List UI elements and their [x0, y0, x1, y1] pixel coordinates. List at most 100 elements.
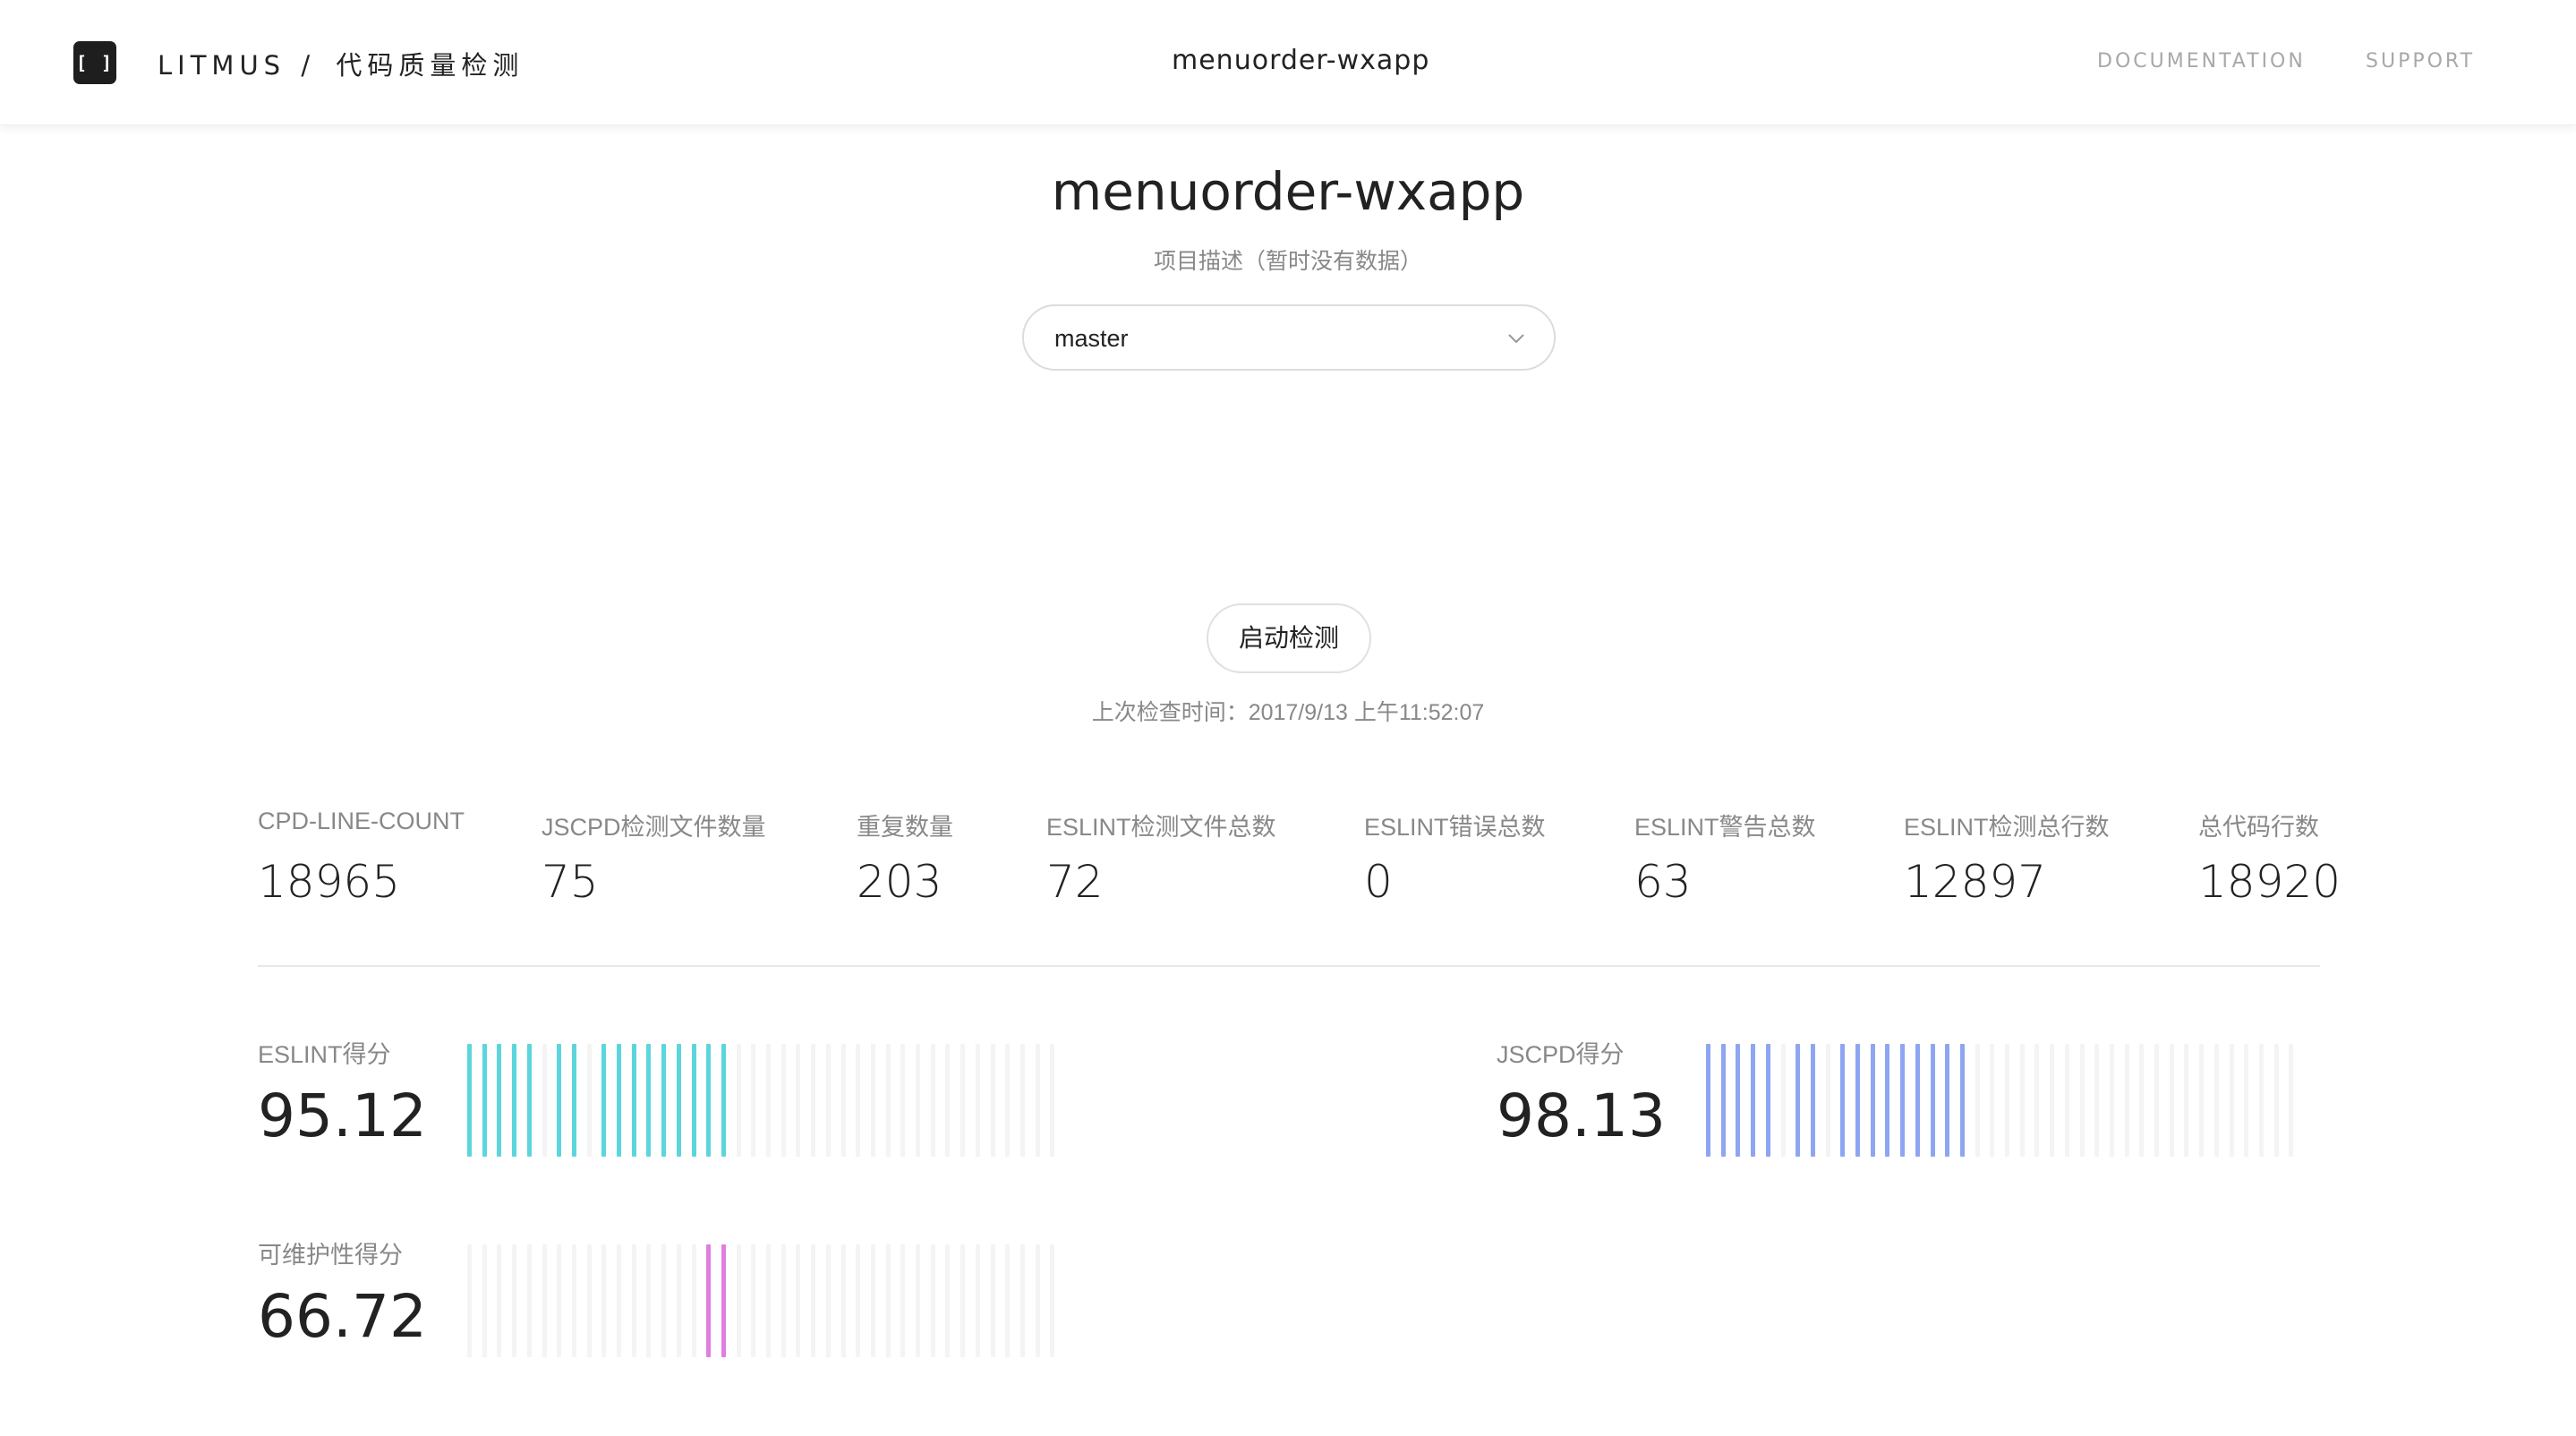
chevron-down-icon [1508, 334, 1524, 344]
score-bar-active [1766, 1044, 1770, 1157]
score-bar-inactive [1781, 1044, 1786, 1157]
score-bar-active [1960, 1044, 1965, 1157]
score-bar-inactive [991, 1244, 995, 1357]
score-bar-inactive [886, 1044, 891, 1157]
score-bar-active [1751, 1044, 1755, 1157]
stat-eslint-warning-count: ESLINT警告总数 63 [1634, 808, 1816, 908]
score-bar-inactive [2080, 1044, 2085, 1157]
stat-cpd-line-count: CPD-LINE-COUNT 18965 [258, 808, 465, 908]
stat-value: 203 [857, 856, 943, 908]
score-bar-inactive [1826, 1044, 1830, 1157]
score-bar-active [677, 1044, 681, 1157]
score-bar-inactive [572, 1244, 576, 1357]
score-value: 98.13 [1497, 1081, 1666, 1150]
score-bar-active [1871, 1044, 1875, 1157]
score-bar-inactive [856, 1244, 860, 1357]
score-bar-inactive [2170, 1044, 2174, 1157]
score-bar-inactive [796, 1044, 800, 1157]
score-bar-inactive [692, 1244, 696, 1357]
branch-select-value: master [1054, 325, 1129, 352]
stat-value: 72 [1046, 856, 1104, 908]
app-brand[interactable]: LITMUS / 代码质量检测 [158, 45, 524, 82]
score-bar-active [512, 1044, 516, 1157]
branch-select[interactable]: master [1022, 304, 1556, 371]
score-bar-inactive [661, 1244, 666, 1357]
stat-label: 重复数量 [857, 814, 953, 841]
score-label: JSCPD得分 [1497, 1041, 1625, 1068]
score-bar-inactive [1050, 1044, 1054, 1157]
score-bar-inactive [632, 1244, 636, 1357]
score-bar-inactive [900, 1244, 905, 1357]
score-bar-inactive [931, 1044, 935, 1157]
score-bar-inactive [601, 1244, 606, 1357]
stat-eslint-error-count: ESLINT错误总数 0 [1364, 808, 1546, 908]
score-bar-active [1796, 1044, 1800, 1157]
stat-jscpd-file-count: JSCPD检测文件数量 75 [542, 808, 766, 908]
project-title: menuorder-wxapp [1051, 161, 1525, 222]
score-bar-inactive [646, 1244, 651, 1357]
stat-value: 12897 [1904, 856, 2047, 908]
score-bar-inactive [467, 1244, 472, 1357]
brackets-logo-icon[interactable]: [ ] [73, 41, 116, 84]
top-navigation-bar: [ ] LITMUS / 代码质量检测 menuorder-wxapp DOCU… [0, 0, 2576, 125]
score-bar-inactive [960, 1044, 965, 1157]
score-bar-inactive [587, 1044, 592, 1157]
score-bar-inactive [1975, 1044, 1980, 1157]
score-bar-inactive [1050, 1244, 1054, 1357]
score-bar-inactive [2244, 1044, 2248, 1157]
nav-support-link[interactable]: SUPPORT [2366, 50, 2475, 73]
score-bar-inactive [2020, 1044, 2025, 1157]
stat-value: 0 [1364, 856, 1393, 908]
stat-eslint-line-count: ESLINT检测总行数 12897 [1904, 808, 2110, 908]
score-bar-inactive [1036, 1244, 1040, 1357]
score-bar-inactive [766, 1044, 771, 1157]
stat-eslint-file-count: ESLINT检测文件总数 72 [1046, 808, 1276, 908]
score-bar-inactive [557, 1244, 561, 1357]
score-bar-inactive [737, 1244, 741, 1357]
score-bar-inactive [2199, 1044, 2204, 1157]
stat-value: 18920 [2198, 856, 2341, 908]
score-bar-inactive [1005, 1044, 1010, 1157]
nav-documentation-link[interactable]: DOCUMENTATION [2097, 50, 2306, 73]
brand-name: LITMUS [158, 50, 286, 81]
score-bar-active [661, 1044, 666, 1157]
stat-label: ESLINT错误总数 [1364, 814, 1546, 841]
stat-label: ESLINT检测文件总数 [1046, 814, 1276, 841]
score-bar-inactive [976, 1044, 980, 1157]
score-bar-inactive [2184, 1044, 2188, 1157]
stat-duplicate-count: 重复数量 203 [857, 808, 953, 908]
score-bar-inactive [1036, 1044, 1040, 1157]
header-project-title: menuorder-wxapp [1172, 45, 1430, 76]
score-bar-active [1900, 1044, 1905, 1157]
score-bar-inactive [2274, 1044, 2279, 1157]
score-bar-inactive [916, 1244, 920, 1357]
stat-label: CPD-LINE-COUNT [258, 808, 465, 834]
score-value: 66.72 [258, 1282, 427, 1351]
last-check-time: 上次检查时间：2017/9/13 上午11:52:07 [1091, 700, 1485, 725]
score-bar-inactive [617, 1244, 621, 1357]
score-bar-inactive [781, 1244, 786, 1357]
score-bar-inactive [497, 1244, 501, 1357]
score-bar-inactive [2289, 1044, 2293, 1157]
start-check-button[interactable]: 启动检测 [1207, 603, 1371, 673]
score-bar-active [1885, 1044, 1889, 1157]
score-bar-active [1736, 1044, 1740, 1157]
score-value: 95.12 [258, 1081, 427, 1150]
score-bar-active [482, 1044, 487, 1157]
brand-separator: / [301, 50, 316, 81]
score-bar-inactive [527, 1244, 532, 1357]
score-bar-active [706, 1044, 711, 1157]
score-bar-inactive [916, 1044, 920, 1157]
score-bar-inactive [542, 1244, 547, 1357]
score-bar-inactive [826, 1244, 831, 1357]
score-bar-inactive [2139, 1044, 2144, 1157]
score-bar-inactive [2005, 1044, 2009, 1157]
score-bar-inactive [2154, 1044, 2159, 1157]
score-bar-inactive [1020, 1044, 1025, 1157]
score-bar-inactive [945, 1044, 950, 1157]
score-bar-active [1840, 1044, 1845, 1157]
score-bar-inactive [737, 1044, 741, 1157]
score-bar-inactive [2065, 1044, 2069, 1157]
score-bar-inactive [766, 1244, 771, 1357]
brand-subtitle: 代码质量检测 [336, 50, 525, 81]
